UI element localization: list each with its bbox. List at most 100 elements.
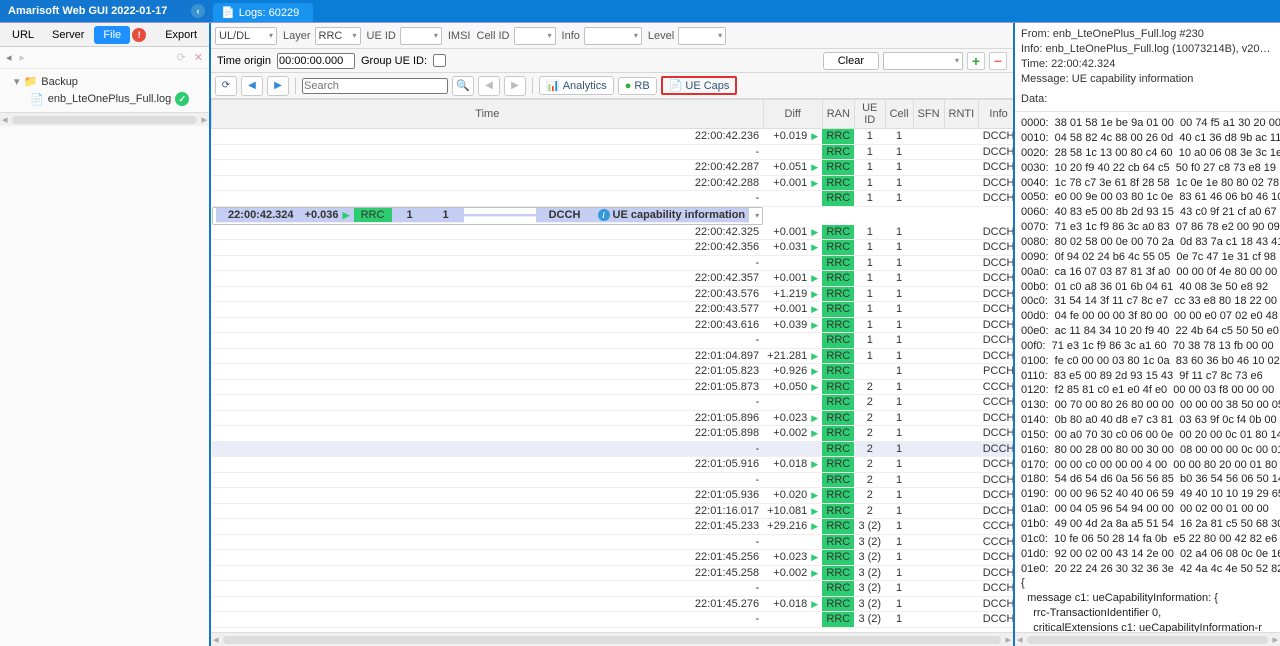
table-row[interactable]: 22:01:45.233+29.216 ▶RRC3 (2)1CCCHRRC co… (212, 519, 1014, 535)
preset-select[interactable] (883, 52, 963, 70)
clear-button[interactable]: Clear (823, 52, 879, 70)
group-ueid-label: Group UE ID: (361, 55, 427, 67)
chevron-right-icon[interactable]: ▸ (20, 51, 26, 64)
detail-header: From: enb_LteOnePlus_Full.log #230 Info:… (1015, 23, 1280, 112)
time-origin-label: Time origin (217, 55, 271, 67)
column-header[interactable]: Diff (763, 100, 822, 129)
table-row[interactable]: 22:01:05.896+0.023 ▶RRC21DCCHRRC connect… (212, 410, 1014, 426)
table-row[interactable]: 22:01:05.898+0.002 ▶RRC21DCCHEUTRA band … (212, 426, 1014, 442)
ueid-label: UE ID (367, 30, 396, 42)
table-row[interactable]: 22:00:42.324+0.036 ▶RRC11DCCHUE capabili… (212, 207, 764, 225)
tree-folder-backup[interactable]: ▾ Backup (2, 73, 207, 90)
tree-toolbar: ◂ ▸ ⟳ ✕ (0, 47, 209, 69)
chevron-left-icon[interactable]: ◂ (6, 51, 12, 64)
table-row[interactable]: 22:00:43.616+0.039 ▶RRC11DCCHRRC connect… (212, 317, 1014, 333)
ueid-select[interactable] (400, 27, 442, 45)
center-pane: UL/DL Layer RRC UE ID IMSI Cell ID Info … (211, 23, 1015, 646)
prev-button[interactable]: ◀ (241, 76, 263, 96)
tab-logs[interactable]: Logs: 60229 (213, 3, 313, 22)
refresh-icon[interactable]: ⟳ (177, 51, 186, 64)
column-header[interactable]: Cell (885, 100, 913, 129)
column-header[interactable]: Info (979, 100, 1013, 129)
left-hscroll[interactable]: ◂▸ (0, 112, 209, 126)
table-row[interactable]: 22:01:45.258+0.002 ▶RRC3 (2)1DCCHEUTRA b… (212, 565, 1014, 581)
table-row[interactable]: 22:01:05.916+0.018 ▶RRC21DCCHSecurity mo… (212, 457, 1014, 473)
server-button[interactable]: Server (44, 27, 92, 43)
search-input[interactable] (302, 78, 448, 94)
origin-row: Time origin Group UE ID: Clear + − (211, 49, 1013, 73)
uecaps-button[interactable]: UE Caps (661, 76, 738, 95)
table-row[interactable]: -RRC11DCCHUL information transfer (212, 333, 1014, 349)
table-row[interactable]: -RRC3 (2)1DCCHRRC connection reconfigura… (212, 612, 1014, 628)
level-label: Level (648, 30, 674, 42)
refresh-button[interactable]: ⟳ (215, 76, 237, 96)
column-header[interactable]: RAN (822, 100, 854, 129)
uldl-select[interactable]: UL/DL (215, 27, 277, 45)
level-select[interactable] (678, 27, 726, 45)
layer-select[interactable]: RRC (315, 27, 361, 45)
right-hscroll[interactable]: ◂▸ (1015, 632, 1280, 646)
cellid-label: Cell ID (477, 30, 510, 42)
cellid-select[interactable] (514, 27, 556, 45)
search-next-button[interactable]: ▶ (504, 76, 526, 96)
table-row[interactable]: -RRC3 (2)1DCCHSecurity mode command (212, 581, 1014, 597)
center-hscroll[interactable]: ◂▸ (211, 632, 1013, 646)
hex-dump: 0000: 38 01 58 1e be 9a 01 00 00 74 f5 a… (1021, 117, 1280, 574)
table-row[interactable]: 22:00:43.577+0.001 ▶RRC11DCCHRRC connect… (212, 302, 1014, 318)
table-row[interactable]: 22:01:05.823+0.926 ▶RRC1PCCHPaging (212, 364, 1014, 380)
column-header[interactable]: Time (212, 100, 764, 129)
table-row[interactable]: 22:00:42.288+0.001 ▶RRC11DCCHEUTRA band … (212, 175, 1014, 191)
log-table: TimeDiffRANUE IDCellSFNRNTIInfoMessage 2… (211, 99, 1013, 628)
close-icon[interactable]: ✕ (194, 51, 203, 64)
column-header[interactable]: SFN (913, 100, 944, 129)
table-row[interactable]: 22:00:43.576+1.219 ▶RRC11DCCHUL informat… (212, 286, 1014, 302)
group-ueid-checkbox[interactable] (433, 54, 446, 67)
tree-file-log[interactable]: enb_LteOnePlus_Full.log ✓ (2, 90, 207, 108)
find-button[interactable] (452, 76, 474, 96)
table-row[interactable]: 22:00:42.325+0.001 ▶RRC11DCCHRRC connect… (212, 225, 1014, 240)
info-label: Info (562, 30, 580, 42)
alert-icon[interactable]: ! (132, 28, 146, 42)
table-row[interactable]: 22:00:42.356+0.031 ▶RRC11DCCHRRC connect… (212, 240, 1014, 256)
analytics-button[interactable]: Analytics (539, 76, 614, 95)
column-header[interactable]: RNTI (944, 100, 979, 129)
title-bar: Amarisoft Web GUI 2022-01-17 ‹ Logs: 602… (0, 0, 1280, 22)
time-origin-input[interactable] (277, 53, 355, 69)
file-button[interactable]: File (94, 26, 130, 44)
collapse-icon[interactable]: ‹ (191, 4, 205, 18)
imsi-label: IMSI (448, 30, 471, 42)
table-row[interactable]: 22:01:16.017+10.081 ▶RRC21DCCHRRC connec… (212, 503, 1014, 519)
next-button[interactable]: ▶ (267, 76, 289, 96)
search-prev-button[interactable]: ◀ (478, 76, 500, 96)
remove-button[interactable]: − (989, 52, 1007, 70)
table-row[interactable]: 22:00:42.287+0.051 ▶RRC11DCCHUE capabili… (212, 160, 1014, 176)
detail-body[interactable]: 0000: 38 01 58 1e be 9a 01 00 00 74 f5 a… (1015, 112, 1280, 632)
table-row[interactable]: 22:01:45.256+0.023 ▶RRC3 (2)1DCCHRRC con… (212, 550, 1014, 566)
url-button[interactable]: URL (4, 27, 42, 43)
table-row[interactable]: -RRC11DCCHUL information transfer (212, 255, 1014, 271)
table-row[interactable]: 22:01:45.276+0.018 ▶RRC3 (2)1DCCHSecurit… (212, 596, 1014, 612)
separator (295, 78, 296, 94)
file-icon (30, 93, 44, 106)
table-row[interactable]: 22:00:42.357+0.001 ▶RRC11DCCHDL informat… (212, 271, 1014, 287)
separator (532, 78, 533, 94)
table-row[interactable]: 22:01:05.873+0.050 ▶RRC21CCCHRRC connect… (212, 379, 1014, 395)
column-header[interactable]: UE ID (854, 100, 885, 129)
add-button[interactable]: + (967, 52, 985, 70)
table-row[interactable]: -RRC21CCCHRRC connection setup (212, 395, 1014, 411)
table-row[interactable]: 22:01:04.897+21.281 ▶RRC11DCCHRRC connec… (212, 348, 1014, 364)
info-select[interactable] (584, 27, 642, 45)
table-row[interactable]: 22:01:05.936+0.020 ▶RRC21DCCHRRC connect… (212, 488, 1014, 504)
chart-icon (546, 79, 560, 92)
table-row[interactable]: -RRC11DCCHUE capability enquiry (212, 144, 1014, 160)
table-row[interactable]: 22:00:42.236+0.019 ▶RRC11DCCHSecurity mo… (212, 129, 1014, 145)
table-row[interactable]: -RRC21DCCHRRC connection reconfiguration (212, 472, 1014, 488)
log-grid[interactable]: TimeDiffRANUE IDCellSFNRNTIInfoMessage 2… (211, 99, 1013, 632)
table-row[interactable]: -RRC11DCCHUE capability enquiry (212, 191, 1014, 207)
document-icon (221, 6, 235, 19)
rb-button[interactable]: ●RB (618, 77, 657, 95)
table-row[interactable]: -RRC3 (2)1CCCHRRC connection setup (212, 534, 1014, 550)
table-row[interactable]: -RRC21DCCHSecurity mode command (212, 441, 1014, 457)
export-button[interactable]: Export (157, 27, 205, 43)
folder-label: Backup (41, 76, 78, 88)
